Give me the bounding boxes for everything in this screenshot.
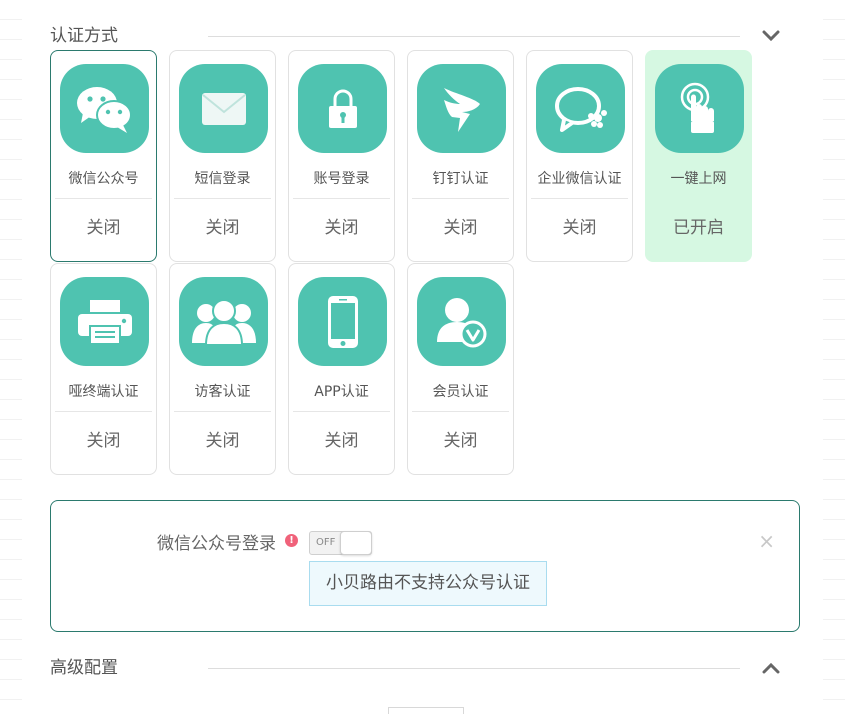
card-label: 微信公众号 xyxy=(68,171,139,187)
card-label: 钉钉认证 xyxy=(432,171,489,187)
phone-icon xyxy=(298,277,387,366)
auth-card-wechat[interactable]: 微信公众号 关闭 xyxy=(50,50,157,262)
dingtalk-icon xyxy=(417,64,506,153)
chevron-up-icon[interactable] xyxy=(762,659,780,677)
card-divider xyxy=(293,411,390,412)
card-divider xyxy=(412,411,509,412)
auth-card-member[interactable]: 会员认证 关闭 xyxy=(407,263,514,475)
visitors-icon xyxy=(179,277,268,366)
wechat-config-panel: 微信公众号登录 ! OFF 小贝路由不支持公众号认证 × xyxy=(50,500,800,632)
auth-card-account[interactable]: 账号登录 关闭 xyxy=(288,50,395,262)
card-divider xyxy=(531,198,628,199)
close-icon[interactable]: × xyxy=(758,529,775,553)
card-status: 关闭 xyxy=(324,431,359,451)
auth-card-dumb-terminal[interactable]: 哑终端认证 关闭 xyxy=(50,263,157,475)
card-label: 会员认证 xyxy=(432,384,489,400)
card-status: 关闭 xyxy=(562,218,597,238)
card-divider xyxy=(650,198,747,199)
card-label: 短信登录 xyxy=(194,171,251,187)
settings-content: 认证方式 微信公众号 关闭 短信登录 关闭 账号登录 关闭 钉钉认证 关闭 企业… xyxy=(22,0,823,714)
section-divider xyxy=(208,668,740,669)
card-label: 一键上网 xyxy=(670,171,727,187)
toggle-knob[interactable] xyxy=(340,531,372,555)
enterprise-wechat-icon xyxy=(536,64,625,153)
wechat-login-label: 微信公众号登录 xyxy=(157,534,276,554)
card-status: 关闭 xyxy=(86,218,121,238)
card-divider xyxy=(174,198,271,199)
card-status: 关闭 xyxy=(205,218,240,238)
card-label: APP认证 xyxy=(314,384,369,400)
card-label: 账号登录 xyxy=(313,171,370,187)
notice-message: 小贝路由不支持公众号认证 xyxy=(309,561,547,606)
card-divider xyxy=(55,198,152,199)
card-divider xyxy=(174,411,271,412)
auth-card-visitors[interactable]: 访客认证 关闭 xyxy=(169,263,276,475)
printer-icon xyxy=(60,277,149,366)
auth-card-enterprise-wechat[interactable]: 企业微信认证 关闭 xyxy=(526,50,633,262)
auth-card-sms[interactable]: 短信登录 关闭 xyxy=(169,50,276,262)
wechat-icon xyxy=(60,64,149,153)
card-status: 关闭 xyxy=(86,431,121,451)
card-label: 访客认证 xyxy=(194,384,251,400)
auth-card-dingtalk[interactable]: 钉钉认证 关闭 xyxy=(407,50,514,262)
card-status: 关闭 xyxy=(443,431,478,451)
advanced-section-title: 高级配置 xyxy=(50,658,118,678)
envelope-icon xyxy=(179,64,268,153)
advanced-section-header[interactable]: 高级配置 xyxy=(50,655,780,681)
card-divider xyxy=(55,411,152,412)
toggle-text: OFF xyxy=(316,537,336,548)
card-status: 关闭 xyxy=(324,218,359,238)
auth-card-one-click[interactable]: 一键上网 已开启 xyxy=(645,50,752,262)
card-status: 关闭 xyxy=(205,431,240,451)
card-divider xyxy=(412,198,509,199)
section-divider xyxy=(208,36,740,37)
auth-section-header[interactable]: 认证方式 xyxy=(50,23,780,49)
card-label: 哑终端认证 xyxy=(68,384,139,400)
member-icon xyxy=(417,277,506,366)
chevron-down-icon[interactable] xyxy=(762,27,780,45)
card-divider xyxy=(293,198,390,199)
tap-finger-icon xyxy=(655,64,744,153)
card-status: 关闭 xyxy=(443,218,478,238)
lock-icon xyxy=(298,64,387,153)
wechat-login-toggle[interactable]: OFF xyxy=(309,531,372,555)
auth-section-title: 认证方式 xyxy=(50,26,118,46)
advanced-input-box[interactable] xyxy=(388,707,464,714)
card-label: 企业微信认证 xyxy=(537,171,622,187)
auth-card-app[interactable]: APP认证 关闭 xyxy=(288,263,395,475)
card-status: 已开启 xyxy=(673,218,724,238)
info-icon[interactable]: ! xyxy=(285,534,298,547)
